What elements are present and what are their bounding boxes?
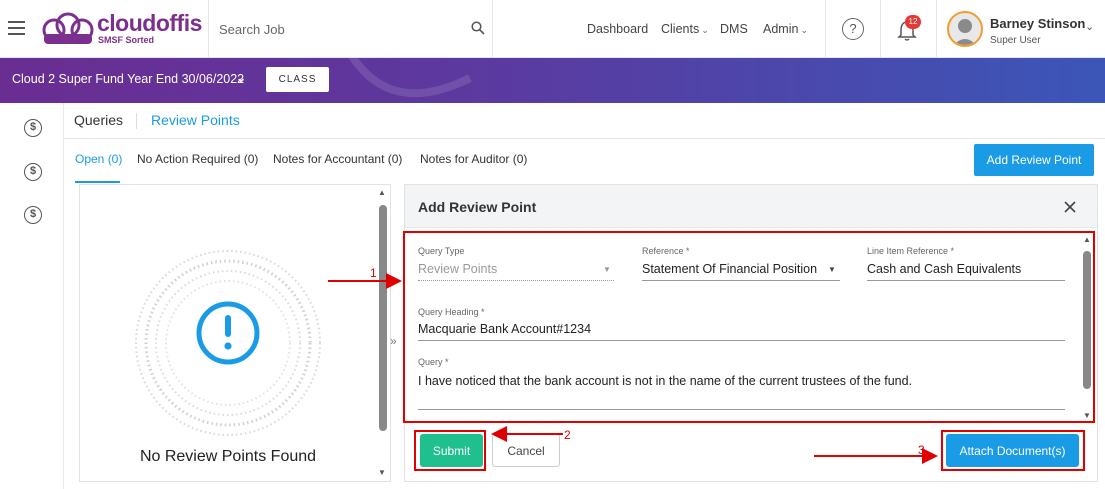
annotation-arrows xyxy=(328,273,938,464)
annotation-label-1: 1 xyxy=(370,266,377,280)
annotation-label-2: 2 xyxy=(564,428,571,442)
annotation-label-3: 3 xyxy=(918,443,925,457)
